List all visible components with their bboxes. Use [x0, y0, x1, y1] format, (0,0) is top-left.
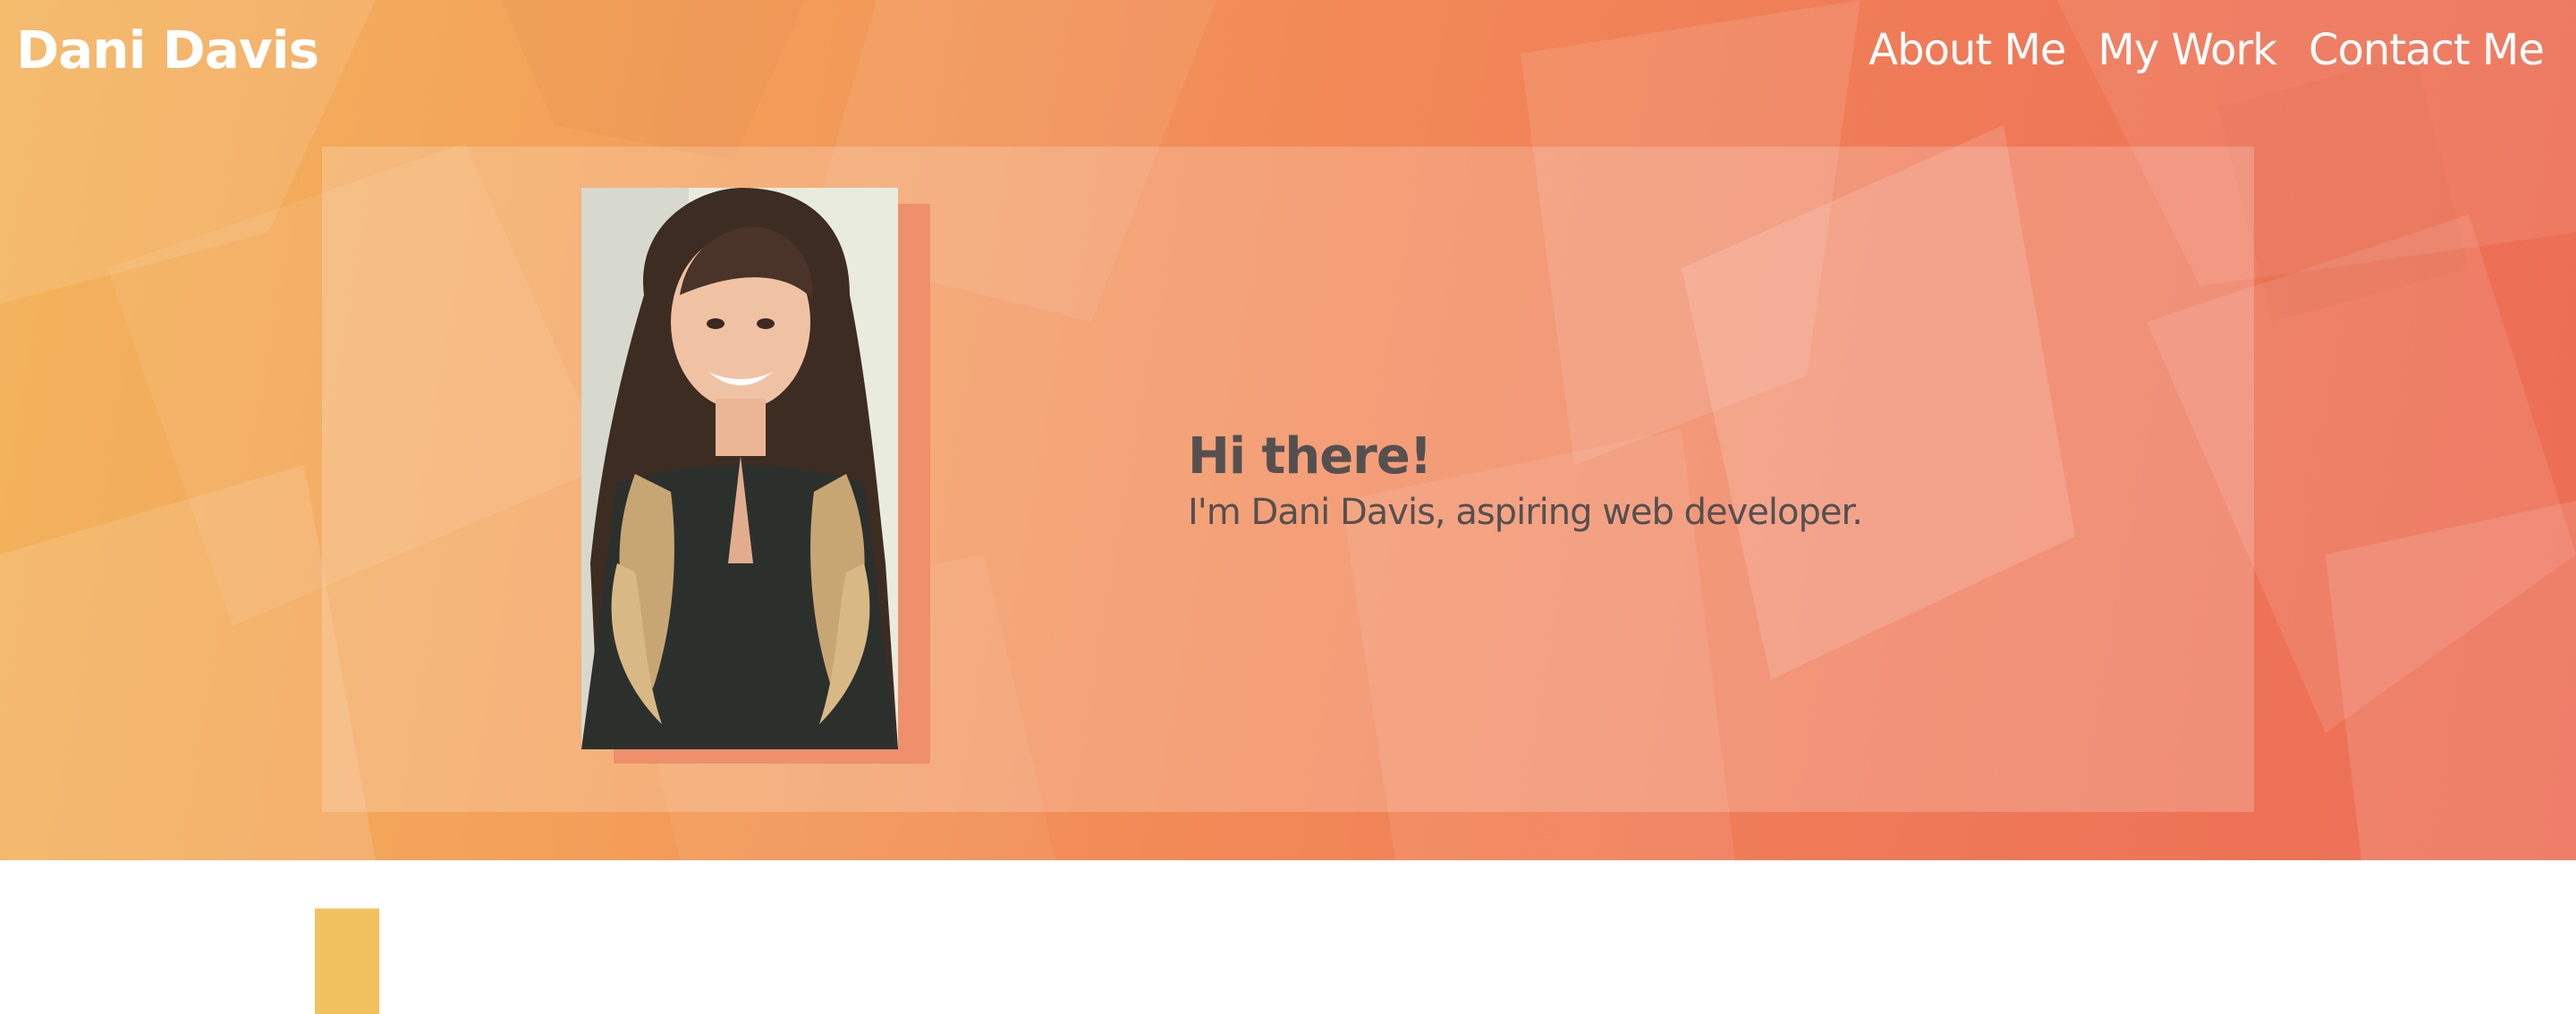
- portrait-photo-icon: [581, 188, 898, 749]
- page: Dani Davis About Me My Work Contact Me H…: [0, 0, 2576, 1014]
- hero-banner: Dani Davis About Me My Work Contact Me H…: [0, 0, 2576, 860]
- intro-subheading: I'm Dani Davis, aspiring web developer.: [1188, 492, 1863, 533]
- intro-heading: Hi there!: [1188, 427, 1432, 486]
- site-title[interactable]: Dani Davis: [16, 16, 319, 84]
- intro-block: Hi there! I'm Dani Davis, aspiring web d…: [1188, 426, 1863, 537]
- nav-contact-me[interactable]: Contact Me: [2309, 25, 2545, 75]
- nav-about-me[interactable]: About Me: [1868, 25, 2066, 75]
- main-nav: About Me My Work Contact Me: [1868, 16, 2545, 84]
- profile-photo: [581, 188, 898, 749]
- nav-my-work[interactable]: My Work: [2097, 25, 2277, 75]
- section-accent-block: [315, 908, 379, 1014]
